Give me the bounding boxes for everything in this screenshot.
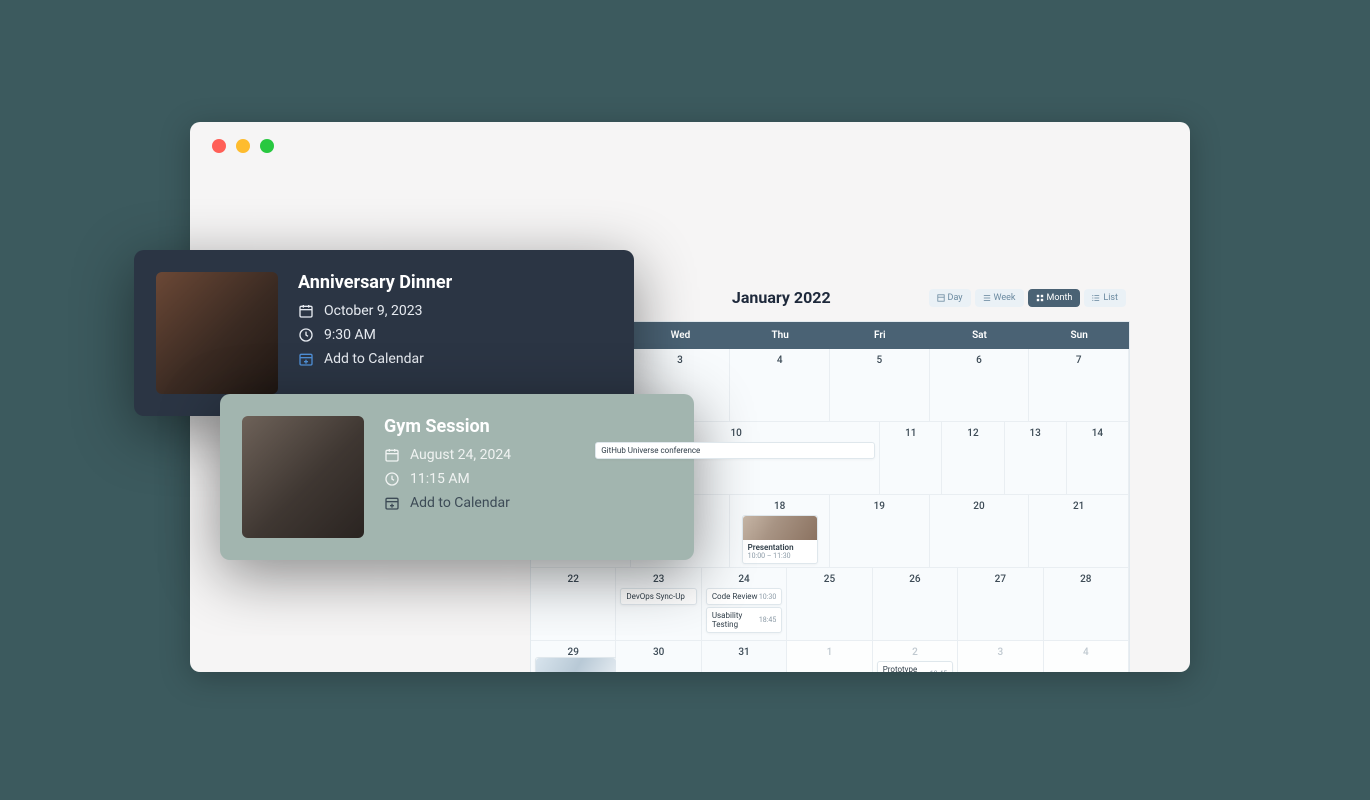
calendar-day[interactable]: 23 DevOps Sync-Up [616,568,701,641]
dow-header: Sat [930,322,1030,349]
calendar-day[interactable]: 14 [1067,422,1129,495]
calendar-day[interactable]: 18 Presentation10:00 – 11:30 [730,495,830,568]
day-number: 4 [1048,647,1124,658]
calendar-day[interactable]: 27 [958,568,1043,641]
day-number: 27 [962,574,1038,585]
calendar-title: January 2022 [634,288,929,307]
event-time-row: 11:15 AM [384,471,672,487]
dow-header: Fri [830,322,930,349]
calendar-event[interactable]: Prototype Demo13:45 [877,661,953,672]
calendar-event-card[interactable]: Accessibility Review9:00 – 16:00 [535,657,617,672]
day-number: 21 [1033,501,1124,512]
day-number: 12 [946,428,999,439]
calendar-day[interactable]: 24 Code Review10:30 Usability Testing18:45 [702,568,787,641]
event-time-row: 9:30 AM [298,327,612,343]
day-number: 5 [834,355,925,366]
day-number: 3 [962,647,1038,658]
add-to-calendar-button[interactable]: Add to Calendar [298,351,612,367]
day-number: 23 [620,574,696,585]
calendar-event-card[interactable]: Presentation10:00 – 11:30 [742,515,818,564]
event-thumbnail [156,272,278,394]
event-card-gym: Gym Session August 24, 2024 11:15 AM Add… [220,394,694,560]
day-number: 7 [1033,355,1124,366]
calendar-day[interactable]: 28 [1044,568,1129,641]
month-icon [1036,294,1044,302]
day-number: 24 [706,574,782,585]
day-number: 28 [1048,574,1124,585]
calendar-icon [298,303,314,319]
event-date-row: October 9, 2023 [298,303,612,319]
calendar-day[interactable]: 1 [787,641,872,672]
calendar-day[interactable]: 25 [787,568,872,641]
view-list-button[interactable]: List [1084,289,1126,307]
day-number: 13 [1009,428,1062,439]
calendar-day[interactable]: 2 Prototype Demo13:45 [873,641,958,672]
calendar-event[interactable]: Code Review10:30 [706,588,782,605]
calendar-add-icon [384,495,400,511]
event-title: Gym Session [384,416,672,437]
day-number: 1 [791,647,867,658]
calendar-add-icon [298,351,314,367]
window-titlebar [190,122,1190,170]
add-to-calendar-button[interactable]: Add to Calendar [384,495,672,511]
day-number: 6 [934,355,1025,366]
calendar-day[interactable]: 30 [616,641,701,672]
day-number: 20 [934,501,1025,512]
event-card-anniversary: Anniversary Dinner October 9, 2023 9:30 … [134,250,634,416]
dow-header: Sun [1029,322,1129,349]
day-number: 30 [620,647,696,658]
day-number: 26 [877,574,953,585]
calendar-icon [384,447,400,463]
calendar-day[interactable]: 19 [830,495,930,568]
view-day-button[interactable]: Day [929,289,971,307]
day-number: 14 [1071,428,1124,439]
calendar-event[interactable]: GitHub Universe conference [595,442,875,459]
view-week-button[interactable]: Week [975,289,1024,307]
calendar-day[interactable]: 6 [930,349,1030,422]
calendar-event[interactable]: Usability Testing18:45 [706,607,782,633]
calendar-day[interactable]: 3 [958,641,1043,672]
close-icon[interactable] [212,139,226,153]
day-number: 2 [877,647,953,658]
view-month-button[interactable]: Month [1028,289,1081,307]
calendar-day[interactable]: 20 [930,495,1030,568]
event-title: Anniversary Dinner [298,272,612,293]
day-number: 18 [734,501,825,512]
calendar-day[interactable]: 31 [702,641,787,672]
day-number: 11 [884,428,937,439]
day-icon [937,294,945,302]
calendar-day[interactable]: 4 [1044,641,1129,672]
maximize-icon[interactable] [260,139,274,153]
day-number: 31 [706,647,782,658]
calendar-day[interactable]: 7 [1029,349,1129,422]
day-number: 19 [834,501,925,512]
dow-header: Thu [730,322,830,349]
day-number: 4 [734,355,825,366]
day-number: 22 [535,574,611,585]
event-image [536,658,616,672]
week-icon [983,294,991,302]
view-switch: Day Week Month List [929,289,1126,307]
list-icon [1092,294,1100,302]
event-image [743,516,817,540]
clock-icon [298,327,314,343]
event-thumbnail [242,416,364,538]
calendar-day[interactable]: 4 [730,349,830,422]
calendar-day[interactable]: 22 [531,568,616,641]
calendar-day[interactable]: 11 [880,422,942,495]
day-number: 3 [635,355,726,366]
calendar-day[interactable]: 12 [942,422,1004,495]
minimize-icon[interactable] [236,139,250,153]
clock-icon [384,471,400,487]
calendar-day[interactable]: 29Accessibility Review9:00 – 16:00 [531,641,616,672]
calendar-day[interactable]: 5 [830,349,930,422]
calendar-day[interactable]: 21 [1029,495,1129,568]
dow-header: Wed [631,322,731,349]
calendar-event[interactable]: DevOps Sync-Up [620,588,696,605]
calendar-day[interactable]: 26 [873,568,958,641]
calendar-day[interactable]: 13 [1005,422,1067,495]
day-number: 25 [791,574,867,585]
